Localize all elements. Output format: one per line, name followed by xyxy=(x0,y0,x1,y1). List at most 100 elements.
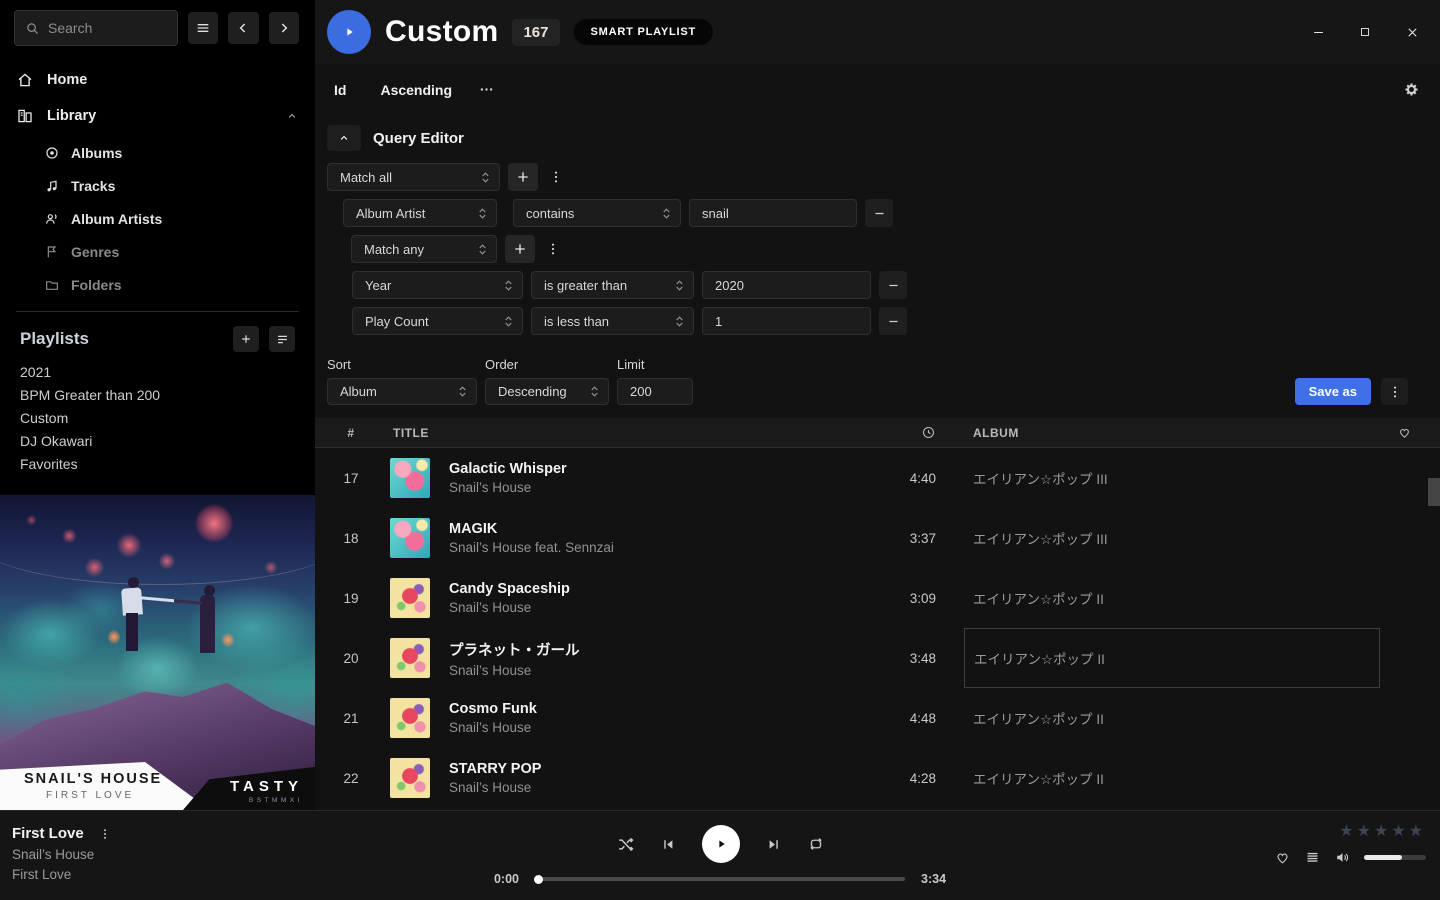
search-box[interactable] xyxy=(14,10,178,46)
order-select[interactable]: Descending xyxy=(485,378,609,405)
rating-stars[interactable]: ★★★★★ xyxy=(1256,821,1426,841)
limit-input[interactable] xyxy=(617,378,693,405)
track-thumbnail[interactable] xyxy=(390,698,430,738)
playlist-item[interactable]: 2021 xyxy=(20,360,315,383)
next-track-button[interactable] xyxy=(765,836,782,853)
star-icon[interactable]: ★ xyxy=(1357,823,1374,840)
rule-operator-select[interactable]: contains xyxy=(513,199,681,227)
remove-rule-button[interactable] xyxy=(879,271,907,299)
volume-button[interactable] xyxy=(1334,849,1351,866)
track-artist[interactable]: Snail’s House feat. Sennzai xyxy=(449,540,614,555)
remove-rule-button[interactable] xyxy=(879,307,907,335)
repeat-button[interactable] xyxy=(807,835,825,853)
seek-slider[interactable] xyxy=(535,877,905,881)
sidebar-item-genres[interactable]: Genres xyxy=(44,235,315,268)
rule-field-select[interactable]: Year xyxy=(352,271,523,299)
track-album[interactable]: エイリアン☆ポップ II xyxy=(941,568,1380,628)
add-rule-button[interactable] xyxy=(505,235,535,263)
rule-field-select[interactable]: Play Count xyxy=(352,307,523,335)
match-type-select[interactable]: Match any xyxy=(351,235,497,263)
sort-direction-control[interactable]: Ascending xyxy=(380,82,452,98)
track-thumbnail[interactable] xyxy=(390,458,430,498)
playlist-item[interactable]: Custom xyxy=(20,406,315,429)
seek-slider-knob[interactable] xyxy=(534,875,543,884)
track-artist[interactable]: Snail’s House xyxy=(449,600,570,615)
volume-slider[interactable] xyxy=(1364,855,1426,860)
table-row[interactable]: 22 STARRY POP Snail’s House 4:28 エイリアン☆ポ… xyxy=(315,748,1440,802)
window-close-button[interactable] xyxy=(1402,22,1422,42)
collapse-query-editor-button[interactable] xyxy=(327,125,361,151)
now-playing-album[interactable]: First Love xyxy=(12,867,112,882)
track-album[interactable]: エイリアン☆ポップ III xyxy=(941,448,1380,508)
play-playlist-button[interactable] xyxy=(327,10,371,54)
track-artist[interactable]: Snail’s House xyxy=(449,480,567,495)
chevron-up-icon[interactable] xyxy=(285,109,299,123)
column-header-duration[interactable] xyxy=(841,425,941,440)
table-row[interactable]: 17 Galactic Whisper Snail’s House 4:40 エ… xyxy=(315,448,1440,508)
column-header-favorite[interactable] xyxy=(1380,425,1428,440)
table-row[interactable]: 19 Candy Spaceship Snail’s House 3:09 エイ… xyxy=(315,568,1440,628)
rule-value-input[interactable] xyxy=(689,199,857,227)
star-icon[interactable]: ★ xyxy=(1374,823,1391,840)
now-playing-title[interactable]: First Love xyxy=(12,825,84,842)
favorite-button[interactable] xyxy=(1274,849,1291,866)
playlist-item[interactable]: Favorites xyxy=(20,452,315,475)
sidebar-item-home[interactable]: Home xyxy=(0,62,315,98)
nav-forward-button[interactable] xyxy=(269,12,299,44)
playlist-item[interactable]: DJ Okawari xyxy=(20,429,315,452)
star-icon[interactable]: ★ xyxy=(1409,823,1426,840)
track-artist[interactable]: Snail’s House xyxy=(449,720,537,735)
track-album[interactable]: エイリアン☆ポップ II xyxy=(941,688,1380,748)
track-album-focused-cell[interactable]: エイリアン☆ポップ II xyxy=(964,628,1380,688)
rule-field-select[interactable]: Album Artist xyxy=(343,199,497,227)
rule-operator-select[interactable]: is less than xyxy=(531,307,694,335)
remove-rule-button[interactable] xyxy=(865,199,893,227)
track-thumbnail[interactable] xyxy=(390,578,430,618)
save-options-icon[interactable] xyxy=(1381,378,1408,405)
playlist-item[interactable]: BPM Greater than 200 xyxy=(20,383,315,406)
sidebar-item-album-artists[interactable]: Album Artists xyxy=(44,202,315,235)
play-pause-button[interactable] xyxy=(702,825,740,863)
rule-value-input[interactable] xyxy=(702,307,871,335)
vertical-scrollbar-thumb[interactable] xyxy=(1428,478,1440,506)
save-as-button[interactable]: Save as xyxy=(1295,378,1371,405)
table-row[interactable]: 18 MAGIK Snail’s House feat. Sennzai 3:3… xyxy=(315,508,1440,568)
sort-select[interactable]: Album xyxy=(327,378,477,405)
track-thumbnail[interactable] xyxy=(390,758,430,798)
now-playing-options-icon[interactable] xyxy=(98,827,112,841)
add-playlist-button[interactable] xyxy=(233,326,259,352)
more-options-icon[interactable] xyxy=(478,81,495,98)
column-header-title[interactable]: TITLE xyxy=(387,426,841,440)
sidebar-item-folders[interactable]: Folders xyxy=(44,268,315,301)
previous-track-button[interactable] xyxy=(660,836,677,853)
match-type-select[interactable]: Match all xyxy=(327,163,500,191)
star-icon[interactable]: ★ xyxy=(1339,823,1356,840)
group-options-icon[interactable] xyxy=(546,163,566,191)
add-rule-button[interactable] xyxy=(508,163,538,191)
sidebar-item-library[interactable]: Library xyxy=(0,98,315,134)
table-row[interactable]: 20 プラネット・ガール Snail’s House 3:48 エイリアン☆ポッ… xyxy=(315,628,1440,688)
track-thumbnail[interactable] xyxy=(390,638,430,678)
track-thumbnail[interactable] xyxy=(390,518,430,558)
track-album[interactable]: エイリアン☆ポップ II xyxy=(941,748,1380,802)
column-header-album[interactable]: ALBUM xyxy=(941,426,1380,440)
queue-button[interactable] xyxy=(1304,849,1321,866)
now-playing-artist[interactable]: Snail’s House xyxy=(12,847,112,862)
window-maximize-button[interactable] xyxy=(1355,22,1375,42)
nav-back-button[interactable] xyxy=(228,12,258,44)
sidebar-item-tracks[interactable]: Tracks xyxy=(44,169,315,202)
shuffle-button[interactable] xyxy=(616,835,635,854)
search-input[interactable] xyxy=(48,20,167,36)
track-album[interactable]: エイリアン☆ポップ III xyxy=(941,508,1380,568)
sort-field-control[interactable]: Id xyxy=(334,82,346,98)
track-artist[interactable]: Snail’s House xyxy=(449,663,580,678)
gear-icon[interactable] xyxy=(1403,81,1420,98)
playlist-list-button[interactable] xyxy=(269,326,295,352)
table-row[interactable]: 21 Cosmo Funk Snail’s House 4:48 エイリアン☆ポ… xyxy=(315,688,1440,748)
sidebar-item-albums[interactable]: Albums xyxy=(44,136,315,169)
now-playing-cover-art[interactable]: SNAIL'S HOUSE FIRST LOVE TASTY BSTMMXI xyxy=(0,495,315,810)
rule-operator-select[interactable]: is greater than xyxy=(531,271,694,299)
rule-value-input[interactable] xyxy=(702,271,871,299)
track-artist[interactable]: Snail’s House xyxy=(449,780,541,795)
menu-button[interactable] xyxy=(188,12,218,44)
